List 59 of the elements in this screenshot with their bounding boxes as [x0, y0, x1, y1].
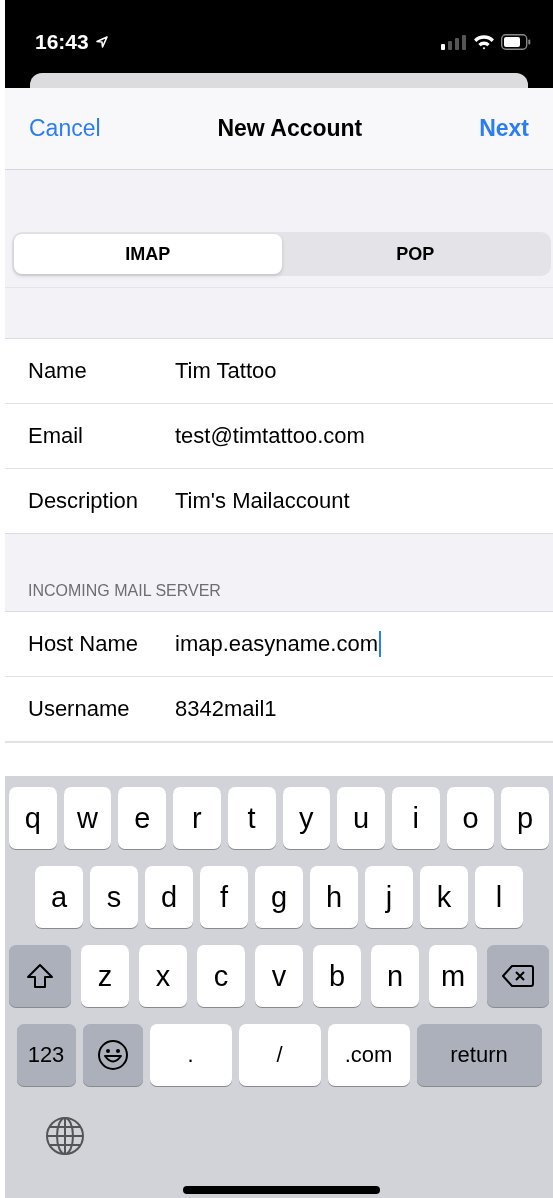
input-field[interactable]: 8342mail1	[175, 696, 280, 722]
letter-key[interactable]: o	[446, 787, 495, 849]
field-label: Host Name	[28, 631, 140, 657]
symbol-key[interactable]: .	[149, 1024, 232, 1086]
letter-key[interactable]: y	[282, 787, 331, 849]
letter-key[interactable]: x	[139, 945, 187, 1007]
letter-key[interactable]: n	[371, 945, 419, 1007]
battery-icon	[501, 34, 531, 50]
letter-key[interactable]: v	[255, 945, 303, 1007]
backspace-icon	[501, 964, 535, 988]
letter-key[interactable]: m	[429, 945, 477, 1007]
shift-icon	[26, 963, 54, 989]
signal-icon	[441, 34, 467, 50]
globe-icon[interactable]	[45, 1116, 85, 1156]
next-button[interactable]: Next	[479, 115, 529, 142]
field-label: Name	[28, 358, 88, 384]
letter-key[interactable]: u	[337, 787, 385, 849]
wifi-icon	[473, 34, 495, 50]
letter-key[interactable]: t	[227, 787, 276, 849]
letter-key[interactable]: p	[501, 787, 549, 849]
letter-key[interactable]: a	[35, 866, 83, 928]
symbol-key[interactable]: .com	[327, 1024, 410, 1086]
segment-tab[interactable]: POP	[281, 234, 549, 274]
input-field[interactable]: Tim Tattoo	[175, 358, 280, 384]
letter-key[interactable]: k	[420, 866, 468, 928]
letter-key[interactable]: h	[310, 866, 358, 928]
letter-key[interactable]: f	[200, 866, 248, 928]
emoji-key[interactable]	[82, 1024, 143, 1086]
letter-key[interactable]: i	[391, 787, 440, 849]
letter-key[interactable]: r	[173, 787, 221, 849]
field-label: Description	[28, 488, 140, 514]
letter-key[interactable]: q	[9, 787, 57, 849]
location-arrow-icon	[94, 35, 109, 49]
letter-key[interactable]: s	[90, 866, 138, 928]
cancel-button[interactable]: Cancel	[29, 115, 101, 142]
input-field[interactable]: Tim's Mailaccount	[175, 488, 353, 514]
delete-key[interactable]	[487, 945, 549, 1007]
clock-time: 16:43	[35, 30, 89, 54]
field-label: Username	[28, 696, 131, 722]
letter-key[interactable]: e	[118, 787, 167, 849]
letter-key[interactable]: w	[63, 787, 112, 849]
letter-key[interactable]: d	[145, 866, 193, 928]
letter-key[interactable]: l	[475, 866, 523, 928]
input-field[interactable]: imap.easyname.com	[175, 631, 381, 657]
field-label: Email	[28, 423, 84, 449]
numbers-key[interactable]: 123	[16, 1024, 76, 1086]
emoji-icon	[96, 1039, 129, 1071]
segment-tab[interactable]: IMAP	[14, 234, 282, 274]
section-header: INCOMING MAIL SERVER	[28, 582, 221, 600]
letter-key[interactable]: c	[197, 945, 245, 1007]
shift-key[interactable]	[9, 945, 71, 1007]
letter-key[interactable]: b	[313, 945, 361, 1007]
letter-key[interactable]: g	[255, 866, 303, 928]
symbol-key[interactable]: /	[238, 1024, 321, 1086]
input-field[interactable]: test@timtattoo.com	[175, 423, 368, 449]
return-key[interactable]: return	[416, 1024, 542, 1086]
letter-key[interactable]: z	[81, 945, 129, 1007]
letter-key[interactable]: j	[365, 866, 413, 928]
screen-title: New Account	[217, 115, 363, 142]
